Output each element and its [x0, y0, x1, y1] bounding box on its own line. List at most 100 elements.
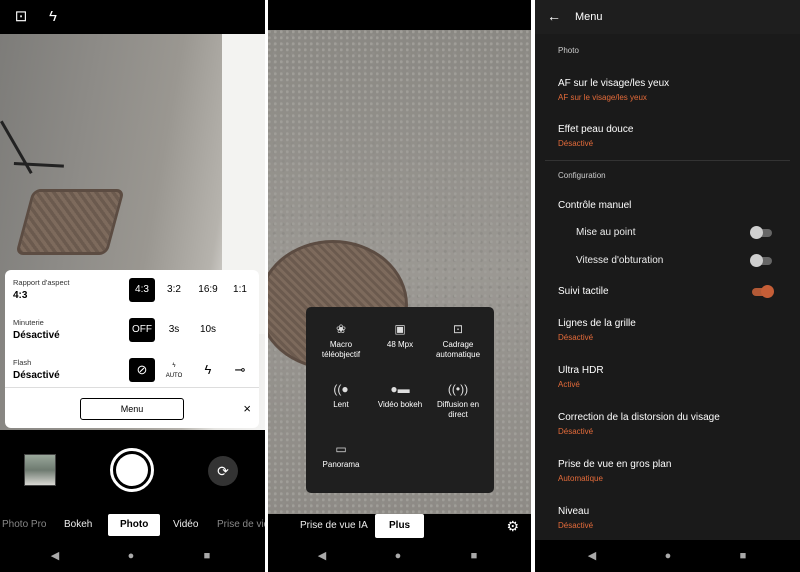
camera-screen-photo: ⊡ ϟ Rapport d'aspect 4:3 4:3 3:2 16:9 1:… [0, 0, 265, 572]
setting-soft-skin[interactable]: Effet peau douce Désactivé [558, 124, 788, 148]
setting-title: Prise de vue en gros plan [558, 459, 672, 470]
flash-off-icon[interactable]: ϟ [44, 8, 62, 26]
back-nav-icon[interactable]: ◀ [48, 549, 62, 563]
setting-value: Désactivé [558, 427, 594, 436]
panel-divider [5, 387, 259, 388]
setting-value: Activé [558, 380, 580, 389]
mode-tile-bokeh-video[interactable]: ●▬ Vidéo bokeh [369, 381, 431, 410]
aspect-option-16-9[interactable]: 16:9 [195, 278, 221, 302]
recents-nav-icon[interactable]: ■ [200, 549, 214, 563]
aspect-option-1-1[interactable]: 1:1 [227, 278, 253, 302]
setting-title: Lignes de la grille [558, 318, 636, 329]
mode-settings-icon[interactable]: ⚙ [506, 518, 519, 535]
section-divider [545, 160, 790, 161]
gallery-thumbnail[interactable] [24, 454, 56, 486]
flash-row: Flash Désactivé ⊘ ϟ AUTO ϟ ⊸ [5, 352, 259, 390]
setting-value: Désactivé [558, 521, 594, 530]
railing-bar [13, 162, 64, 168]
mode-tile-label: Macro téléobjectif [321, 340, 361, 359]
setting-ultra-hdr[interactable]: Ultra HDR Activé [558, 365, 788, 389]
setting-title: AF sur le visage/les yeux [558, 78, 670, 89]
back-arrow-icon[interactable]: ← [547, 8, 561, 24]
flash-off-option-icon[interactable]: ⊘ [129, 358, 155, 382]
timer-row: Minuterie Désactivé OFF 3s 10s [5, 312, 259, 350]
back-nav-icon[interactable]: ◀ [585, 549, 599, 563]
flash-value: Désactivé [13, 370, 60, 381]
menu-header: ← Menu [535, 0, 800, 34]
mode-tile-label: 48 Mpx [386, 340, 414, 349]
recents-nav-icon[interactable]: ■ [736, 549, 750, 563]
mode-tile-auto-framing[interactable]: ⊡ Cadrage automatique [427, 321, 489, 360]
system-nav-bar: ◀ ● ■ [0, 540, 265, 572]
timer-option-10s[interactable]: 10s [195, 318, 221, 342]
flash-auto-label: AUTO [165, 373, 183, 379]
timer-value: Désactivé [13, 330, 60, 341]
timer-option-3s[interactable]: 3s [161, 318, 187, 342]
focus-toggle[interactable] [750, 226, 772, 239]
page-title: Menu [575, 11, 603, 23]
mode-tile-48mp[interactable]: ▣ 48 Mpx [369, 321, 431, 350]
setting-face-distortion[interactable]: Correction de la distorsion du visage Dé… [558, 412, 788, 436]
48mp-icon: ▣ [394, 322, 406, 336]
setting-value: Désactivé [558, 333, 594, 342]
touch-tracking-toggle[interactable] [752, 285, 774, 298]
more-modes-grid: ❀ Macro téléobjectif ▣ 48 Mpx ⊡ Cadrage … [306, 307, 494, 493]
flash-label: Flash [13, 358, 32, 367]
mode-photo-pro[interactable]: Photo Pro [2, 514, 46, 536]
setting-shutter-label: Vitesse d'obturation [576, 255, 664, 266]
menu-button[interactable]: Menu [80, 398, 184, 420]
mode-selector: Photo Pro Bokeh Photo Vidéo Prise de vid… [0, 514, 265, 538]
mode-ai[interactable]: Prise de vue IA [300, 514, 368, 538]
mode-tile-macro[interactable]: ❀ Macro téléobjectif [310, 321, 372, 360]
mode-tile-slow[interactable]: ((● Lent [310, 381, 372, 410]
setting-level[interactable]: Niveau Désactivé [558, 506, 788, 530]
section-configuration: Configuration [558, 171, 606, 180]
scene-detect-icon[interactable]: ⊡ [12, 8, 30, 26]
setting-grid-lines[interactable]: Lignes de la grille Désactivé [558, 318, 788, 342]
system-nav-bar: ◀ ● ■ [268, 540, 531, 572]
setting-value: Automatique [558, 474, 603, 483]
quick-settings-panel: Rapport d'aspect 4:3 4:3 3:2 16:9 1:1 Mi… [5, 270, 259, 428]
close-icon[interactable]: × [243, 401, 251, 416]
mode-photo[interactable]: Photo [108, 514, 161, 536]
shutter-button[interactable] [110, 448, 154, 492]
mode-tile-label: Diffusion en direct [436, 400, 480, 419]
aspect-option-4-3[interactable]: 4:3 [129, 278, 155, 302]
recents-nav-icon[interactable]: ■ [467, 549, 481, 563]
timer-label: Minuterie [13, 318, 44, 327]
home-nav-icon[interactable]: ● [661, 549, 675, 563]
mode-tile-panorama[interactable]: ▭ Panorama [310, 441, 372, 470]
back-nav-icon[interactable]: ◀ [315, 549, 329, 563]
aspect-option-3-2[interactable]: 3:2 [161, 278, 187, 302]
home-nav-icon[interactable]: ● [391, 549, 405, 563]
flash-auto-option[interactable]: ϟ AUTO [161, 358, 187, 382]
setting-manual-control[interactable]: Contrôle manuel [558, 200, 788, 211]
mode-bokeh[interactable]: Bokeh [64, 514, 92, 536]
camera-screen-more: ❀ Macro téléobjectif ▣ 48 Mpx ⊡ Cadrage … [268, 0, 531, 572]
mode-more[interactable]: Plus [375, 514, 425, 538]
mode-selector: Prise de vue IA Plus ⚙ [268, 514, 531, 540]
aspect-ratio-label: Rapport d'aspect [13, 278, 70, 287]
mode-video[interactable]: Vidéo [173, 514, 198, 536]
mode-slowmo[interactable]: Prise de vidéo [217, 514, 265, 536]
mode-tile-label: Cadrage automatique [435, 340, 481, 359]
setting-title: Effet peau douce [558, 124, 634, 135]
camera-controls: ⟳ Photo Pro Bokeh Photo Vidéo Prise de v… [0, 430, 265, 540]
home-nav-icon[interactable]: ● [124, 549, 138, 563]
torch-option-icon[interactable]: ⊸ [227, 358, 253, 382]
railing-post [0, 120, 33, 174]
switch-camera-icon[interactable]: ⟳ [208, 456, 238, 486]
slow-icon: ((● [333, 382, 349, 396]
bokeh-video-icon: ●▬ [390, 382, 410, 396]
timer-option-off[interactable]: OFF [129, 318, 155, 342]
setting-closeup[interactable]: Prise de vue en gros plan Automatique [558, 459, 788, 483]
aspect-ratio-row: Rapport d'aspect 4:3 4:3 3:2 16:9 1:1 [5, 272, 259, 310]
flash-on-option-icon[interactable]: ϟ [195, 358, 221, 382]
mode-tile-label: Lent [333, 400, 349, 409]
setting-title: Contrôle manuel [558, 200, 632, 211]
mode-tile-label: Vidéo bokeh [377, 400, 423, 409]
shutter-speed-toggle[interactable] [750, 254, 772, 267]
manhole-cover [15, 189, 125, 255]
setting-face-eye-af[interactable]: AF sur le visage/les yeux AF sur le visa… [558, 78, 788, 102]
mode-tile-live[interactable]: ((•)) Diffusion en direct [427, 381, 489, 420]
